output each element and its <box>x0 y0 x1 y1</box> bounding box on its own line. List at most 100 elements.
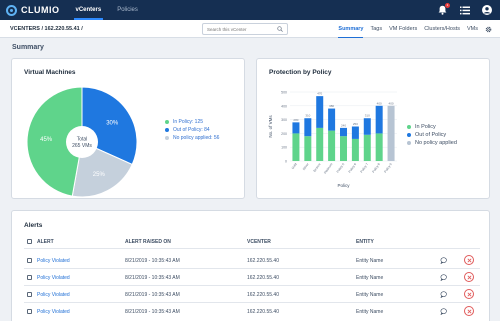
bar-segment-in-policy[interactable] <box>304 136 312 161</box>
x-tick-label: Silver <box>302 162 310 172</box>
legend-label: In Policy <box>415 124 436 130</box>
legend-item-in-policy[interactable]: In Policy: 125 <box>165 118 219 126</box>
bar-segment-out-of-policy[interactable] <box>292 122 300 134</box>
column-header-entity[interactable]: ENTITY <box>356 239 374 245</box>
gear-icon <box>485 26 492 32</box>
virtual-machines-legend: In Policy: 125 Out of Policy: 84 No poli… <box>165 118 219 142</box>
dismiss-alert-button[interactable] <box>464 289 474 299</box>
y-tick-label: 0 <box>285 160 287 164</box>
bar-value-label: 250 <box>353 122 358 126</box>
legend-item-no-policy[interactable]: No policy applied: 56 <box>165 134 219 142</box>
vcenter-search-box[interactable] <box>202 23 288 35</box>
y-tick-label: 500 <box>281 91 287 95</box>
bar-segment-in-policy[interactable] <box>292 133 300 161</box>
user-avatar-icon <box>481 5 492 15</box>
sub-header: VCENTERS / 162.220.55.41 / Summary Tags … <box>0 20 500 38</box>
list-icon <box>459 6 470 14</box>
bar-segment-out-of-policy[interactable] <box>304 118 312 137</box>
legend-swatch <box>165 120 169 124</box>
header-divider <box>24 248 480 249</box>
row-checkbox[interactable] <box>27 309 32 314</box>
column-header-vcenter[interactable]: VCENTER <box>247 239 271 245</box>
alert-entity: Entity Name <box>356 292 384 298</box>
legend-item-no-policy[interactable]: No policy applied <box>407 139 457 147</box>
breadcrumb[interactable]: VCENTERS / 162.220.55.41 / <box>10 26 83 32</box>
bar-segment-in-policy[interactable] <box>328 130 336 161</box>
close-icon <box>467 258 471 262</box>
y-tick-label: 300 <box>281 118 287 122</box>
bar-segment-in-policy[interactable] <box>363 134 371 161</box>
tab-vms[interactable]: VMs <box>467 20 478 38</box>
row-checkbox[interactable] <box>27 275 32 280</box>
comment-icon[interactable] <box>440 257 447 264</box>
x-axis-label: Policy <box>337 183 350 188</box>
legend-item-out-of-policy[interactable]: Out of Policy: 84 <box>165 126 219 134</box>
alert-name-link[interactable]: Policy Violated <box>37 275 70 281</box>
user-profile-button[interactable] <box>481 5 492 16</box>
bar-segment-in-policy[interactable] <box>351 138 359 161</box>
select-all-checkbox[interactable] <box>27 239 32 244</box>
row-checkbox[interactable] <box>27 258 32 263</box>
task-list-button[interactable] <box>459 5 470 16</box>
alerts-title: Alerts <box>24 222 43 229</box>
tab-vm-folders[interactable]: VM Folders <box>389 20 417 38</box>
logo-text: CLUMIO <box>21 5 60 15</box>
y-axis-label: No. of VMs <box>268 115 273 138</box>
bar-segment-out-of-policy[interactable] <box>363 118 371 135</box>
legend-swatch <box>407 125 411 129</box>
close-icon <box>467 275 471 279</box>
alert-name-link[interactable]: Policy Violated <box>37 309 70 315</box>
bar-segment-out-of-policy[interactable] <box>375 105 383 134</box>
tab-clusters-hosts[interactable]: Clusters/Hosts <box>424 20 460 38</box>
comment-icon[interactable] <box>440 274 447 281</box>
x-tick-label: Gold <box>291 162 298 170</box>
bar-value-label: 400 <box>377 101 382 105</box>
bar-segment-in-policy[interactable] <box>375 133 383 161</box>
tab-tags[interactable]: Tags <box>370 20 382 38</box>
comment-icon[interactable] <box>440 308 447 315</box>
alert-name-link[interactable]: Policy Violated <box>37 292 70 298</box>
bar-value-label: 470 <box>317 92 322 96</box>
column-header-alert[interactable]: ALERT <box>37 239 54 245</box>
bar-segment-out-of-policy[interactable] <box>316 96 324 128</box>
search-input[interactable] <box>207 26 277 32</box>
bar-value-label: 280 <box>293 118 298 122</box>
row-checkbox[interactable] <box>27 292 32 297</box>
nav-actions: 1 <box>426 2 492 16</box>
nav-tab-policies[interactable]: Policies <box>117 0 138 20</box>
bar-segment-in-policy[interactable] <box>316 127 324 161</box>
bar-segment-out-of-policy[interactable] <box>328 108 336 131</box>
bar-value-label: 310 <box>365 114 370 118</box>
x-tick-label: Platinum <box>323 162 334 175</box>
column-header-raised-on[interactable]: ALERT RAISED ON <box>125 239 171 245</box>
x-tick-label: Policy 5 <box>336 162 346 174</box>
legend-item-in-policy[interactable]: In Policy <box>407 123 457 131</box>
notifications-button[interactable]: 1 <box>437 2 450 16</box>
alert-name-link[interactable]: Policy Violated <box>37 258 70 264</box>
dismiss-alert-button[interactable] <box>464 306 474 316</box>
virtual-machines-card: Virtual Machines 30% 25% 45% Total 265 VMs I… <box>11 58 245 199</box>
dismiss-alert-button[interactable] <box>464 272 474 282</box>
pie-slice-label: 30% <box>106 120 119 126</box>
dismiss-alert-button[interactable] <box>464 255 474 265</box>
y-tick-label: 400 <box>281 104 287 108</box>
settings-button[interactable] <box>485 20 492 38</box>
x-tick-label: Bronze <box>312 162 321 173</box>
x-tick-label: Policy 9 <box>383 162 393 174</box>
bar-segment-out-of-policy[interactable] <box>351 126 359 139</box>
virtual-machines-title: Virtual Machines <box>24 69 76 76</box>
clumio-logo[interactable]: CLUMIO <box>6 4 60 16</box>
virtual-machines-pie-chart: 30% 25% 45% Total265 VMs <box>26 86 138 198</box>
pie-slice-label: 45% <box>40 137 53 143</box>
bar-value-label: 240 <box>341 123 346 127</box>
bar-segment-out-of-policy[interactable] <box>340 127 347 137</box>
comment-icon[interactable] <box>440 291 447 298</box>
nav-tab-vcenters[interactable]: vCenters <box>73 0 103 20</box>
x-tick-label: Policy 7 <box>359 162 369 174</box>
bar-segment-in-policy[interactable] <box>340 136 347 161</box>
clumio-logo-icon <box>6 4 17 16</box>
legend-item-out-of-policy[interactable]: Out of Policy <box>407 131 457 139</box>
x-tick-label: Policy 6 <box>348 162 358 174</box>
tab-summary[interactable]: Summary <box>338 20 364 38</box>
bar-segment-no-policy-applied[interactable] <box>387 105 395 161</box>
